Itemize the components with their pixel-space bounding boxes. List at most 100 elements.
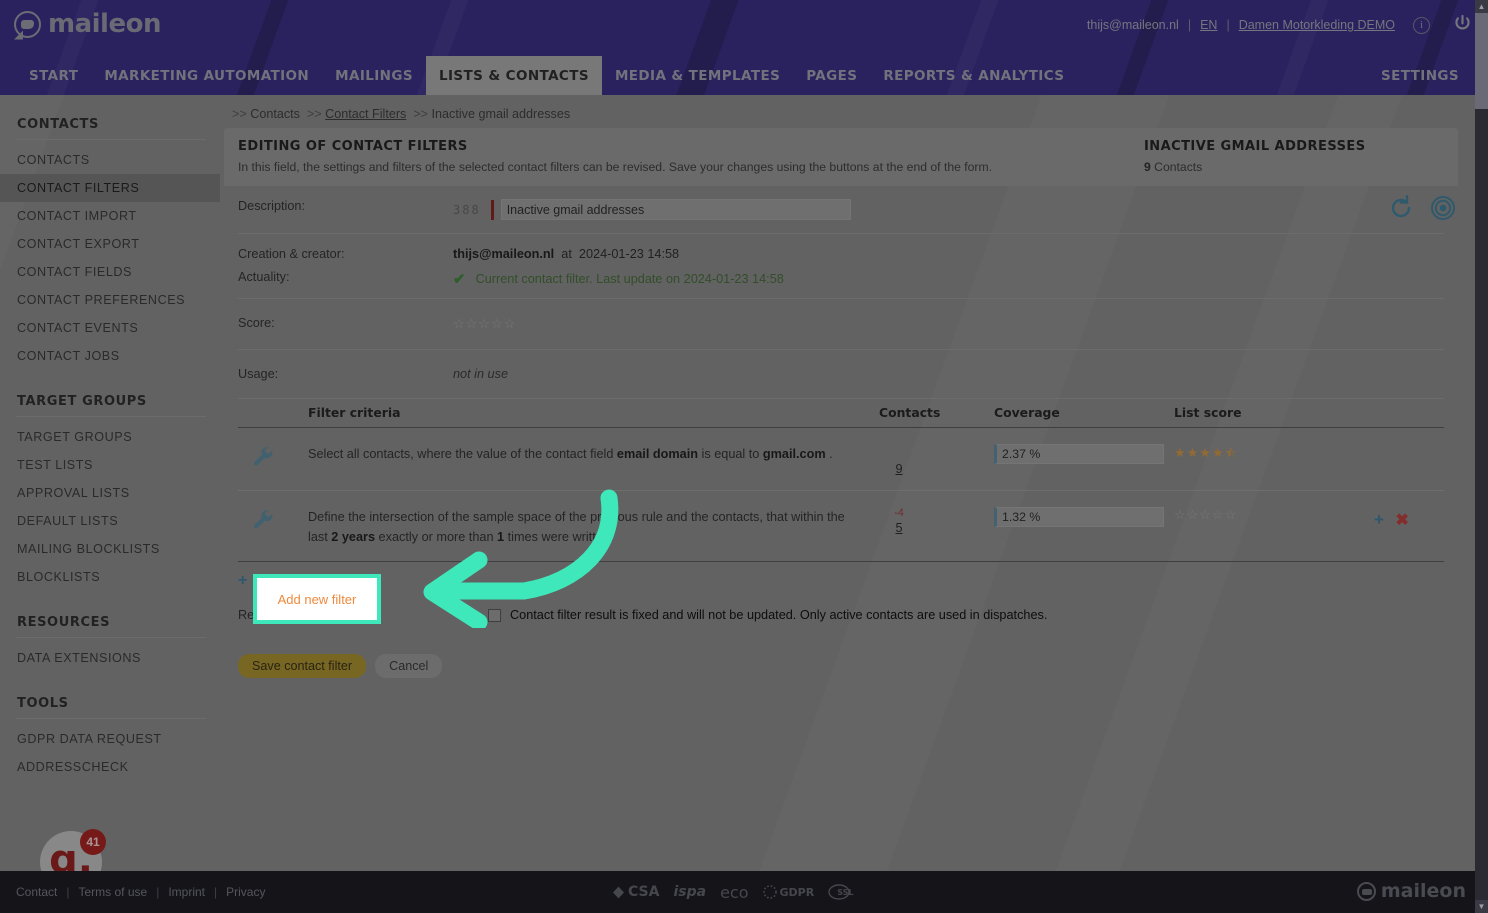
table-row: Define the intersection of the sample sp… <box>238 491 1444 562</box>
info-icon[interactable]: i <box>1413 16 1430 34</box>
brand-name: maileon <box>48 9 161 39</box>
criteria-list-score-cell: ☆☆☆☆☆ <box>1174 507 1374 523</box>
save-contact-filter-button[interactable]: Save contact filter <box>238 654 367 678</box>
sidebar-item-contact-filters[interactable]: CONTACT FILTERS <box>0 174 220 202</box>
result-fixation-checkbox[interactable] <box>488 609 501 622</box>
refresh-icon[interactable] <box>1388 195 1414 221</box>
usage-label: Usage: <box>238 367 279 381</box>
divider <box>16 139 206 140</box>
footer-link-terms-of-use[interactable]: Terms of use <box>78 885 147 899</box>
usersnap-count: 41 <box>80 829 106 855</box>
column-filter-criteria: Filter criteria <box>308 405 401 420</box>
sidebar-item-contact-fields[interactable]: CONTACT FIELDS <box>0 258 220 286</box>
creation-date: 2024-01-23 14:58 <box>578 247 680 261</box>
csa-label: CSA <box>628 884 660 900</box>
coverage-input[interactable] <box>994 507 1164 527</box>
csa-logo: CSA <box>612 884 659 900</box>
form-buttons: Save contact filter Cancel <box>238 632 1444 678</box>
sidebar-item-gdpr-data-request[interactable]: GDPR DATA REQUEST <box>0 725 220 753</box>
wrench-icon[interactable] <box>238 507 308 536</box>
main-content: >> Contacts >> Contact Filters >> Inacti… <box>220 95 1488 871</box>
footer-link-privacy[interactable]: Privacy <box>226 885 265 899</box>
gdpr-logo: GDPR <box>762 885 815 899</box>
scroll-up-arrow-icon[interactable]: ▲ <box>1475 0 1488 13</box>
power-icon[interactable] <box>1453 14 1472 36</box>
list-score-stars-filled: ★★★★ <box>1174 445 1225 460</box>
sidebar-item-contact-preferences[interactable]: CONTACT PREFERENCES <box>0 286 220 314</box>
filter-name-title: INACTIVE GMAIL ADDRESSES <box>1144 139 1366 154</box>
criteria-contacts-count[interactable]: 5 <box>879 521 919 535</box>
list-score-stars[interactable]: ★★★★⯪ <box>1174 445 1238 460</box>
wrench-icon[interactable] <box>238 444 308 473</box>
ispa-label: ispa <box>673 884 707 900</box>
sidebar-item-target-groups[interactable]: TARGET GROUPS <box>0 423 220 451</box>
sidebar-item-approval-lists[interactable]: APPROVAL LISTS <box>0 479 220 507</box>
sidebar-item-blocklists[interactable]: BLOCKLISTS <box>0 563 220 591</box>
footer-link-imprint[interactable]: Imprint <box>168 885 205 899</box>
nav-item-start[interactable]: START <box>16 56 91 95</box>
criteria-text-part: . <box>825 447 833 461</box>
score-stars[interactable]: ☆☆☆☆☆ <box>453 316 516 331</box>
score-value[interactable]: ☆☆☆☆☆ <box>453 316 1444 332</box>
nav-item-pages[interactable]: PAGES <box>793 56 870 95</box>
add-new-filter-highlight: Add new filter <box>253 574 381 624</box>
sidebar-item-data-extensions[interactable]: DATA EXTENSIONS <box>0 644 220 672</box>
divider: | <box>66 885 70 899</box>
contact-filter-form: Description: 388 Creation & creator: thi… <box>224 186 1458 678</box>
sidebar-item-contact-events[interactable]: CONTACT EVENTS <box>0 314 220 342</box>
scroll-down-arrow-icon[interactable]: ▼ <box>1475 900 1488 913</box>
sidebar-item-default-lists[interactable]: DEFAULT LISTS <box>0 507 220 535</box>
window-scrollbar[interactable]: ▲ ▼ <box>1475 0 1488 913</box>
eco-logo: eco <box>720 883 748 902</box>
maileon-logo[interactable]: maileon <box>14 9 161 39</box>
sidebar-item-contact-jobs[interactable]: CONTACT JOBS <box>0 342 220 370</box>
sidebar-item-addresscheck[interactable]: ADDRESSCHECK <box>0 753 220 781</box>
sidebar-item-contact-import[interactable]: CONTACT IMPORT <box>0 202 220 230</box>
close-icon[interactable]: ✖ <box>1395 512 1408 529</box>
panel-action-icons <box>1388 195 1456 221</box>
nav-item-mailings[interactable]: MAILINGS <box>322 56 426 95</box>
form-row-usage: Usage: not in use <box>238 350 1444 399</box>
nav-item-marketing-automation[interactable]: MARKETING AUTOMATION <box>91 56 322 95</box>
list-score-stars[interactable]: ☆☆☆☆☆ <box>1174 507 1237 522</box>
divider <box>16 637 206 638</box>
result-fixation-row: Result fixation: Contact filter result i… <box>238 596 1444 632</box>
nav-item-reports-and-analytics[interactable]: REPORTS & ANALYTICS <box>870 56 1077 95</box>
panel-header-right: INACTIVE GMAIL ADDRESSES 9 Contacts <box>1144 139 1444 174</box>
breadcrumb-item-contacts[interactable]: Contacts <box>250 107 300 121</box>
column-icon <box>238 405 308 420</box>
nav-item-settings[interactable]: SETTINGS <box>1368 56 1472 95</box>
creation-author: thijs@maileon.nl <box>453 247 555 261</box>
sidebar-item-test-lists[interactable]: TEST LISTS <box>0 451 220 479</box>
gdpr-label: GDPR <box>779 885 815 899</box>
panel-header-left: EDITING OF CONTACT FILTERS In this field… <box>238 139 1124 174</box>
description-value: 388 <box>453 199 1444 220</box>
cancel-button[interactable]: Cancel <box>375 654 443 678</box>
sidebar-item-contacts[interactable]: CONTACTS <box>0 146 220 174</box>
sidebar-item-mailing-blocklists[interactable]: MAILING BLOCKLISTS <box>0 535 220 563</box>
description-label: Description: <box>238 199 305 213</box>
description-input[interactable] <box>500 199 851 220</box>
nav-item-lists-and-contacts[interactable]: LISTS & CONTACTS <box>425 56 602 95</box>
sidebar-item-contact-export[interactable]: CONTACT EXPORT <box>0 230 220 258</box>
add-new-filter-link-highlighted[interactable]: Add new filter <box>278 592 357 607</box>
coverage-input[interactable] <box>994 444 1164 464</box>
nav-item-media-and-templates[interactable]: MEDIA & TEMPLATES <box>602 56 793 95</box>
language-link[interactable]: EN <box>1200 18 1217 32</box>
plus-icon[interactable]: + <box>1374 510 1384 529</box>
scrollbar-thumb[interactable] <box>1475 13 1488 109</box>
criteria-text: Select all contacts, where the value of … <box>308 444 879 464</box>
criteria-coverage-cell <box>994 507 1174 527</box>
actuality-label: Actuality: <box>238 270 290 284</box>
footer-link-contact[interactable]: Contact <box>16 885 57 899</box>
breadcrumb-item-contact-filters[interactable]: Contact Filters <box>325 107 406 121</box>
account-link[interactable]: Damen Motorkleding DEMO <box>1239 18 1395 32</box>
criteria-text-part: is equal to <box>698 447 763 461</box>
result-fixation-text: Contact filter result is fixed and will … <box>510 608 1048 622</box>
criteria-contacts-count[interactable]: 9 <box>879 462 919 476</box>
criteria-contacts-delta: -4 <box>894 507 904 519</box>
table-row: Select all contacts, where the value of … <box>238 428 1444 491</box>
target-icon[interactable] <box>1430 195 1456 221</box>
plus-icon[interactable]: + <box>238 572 247 590</box>
add-new-filter-highlight-inner[interactable]: Add new filter <box>257 578 377 620</box>
